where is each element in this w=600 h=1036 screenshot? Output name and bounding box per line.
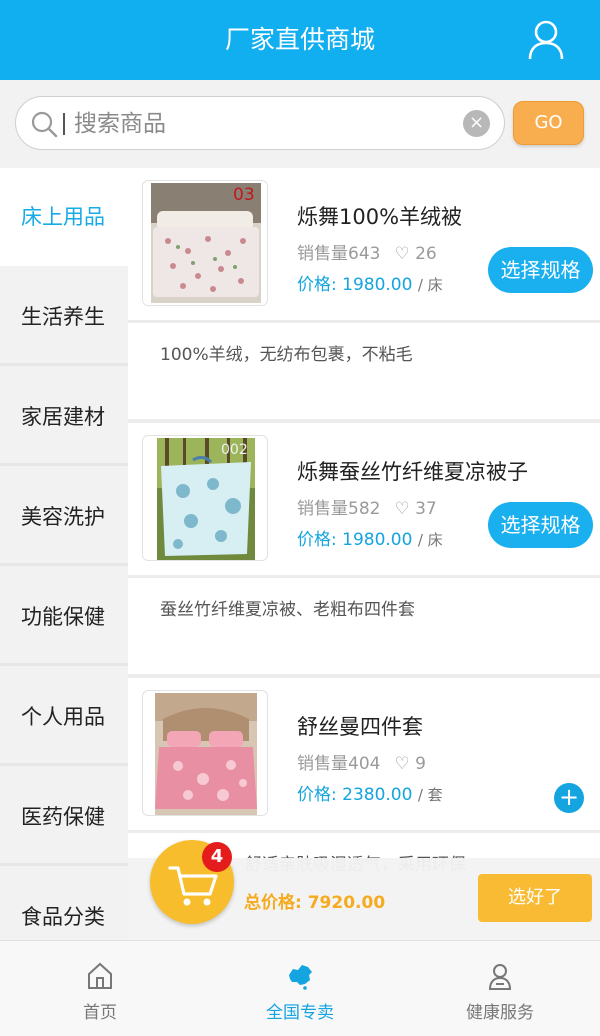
- product-description: 100%羊绒，无纺布包裹，不粘毛: [160, 345, 413, 365]
- category-sidebar: 床上用品 生活养生 家居建材 美容洗护 功能保健 个人用品 医药保健 食品分类: [0, 168, 128, 940]
- product-image[interactable]: [142, 690, 268, 816]
- price-unit: / 床: [417, 276, 443, 294]
- search-placeholder: 搜索商品: [74, 111, 166, 137]
- sidebar-item-food[interactable]: 食品分类: [0, 868, 128, 940]
- divider: [128, 320, 600, 323]
- price-label: 价格:: [297, 275, 337, 295]
- sales-count: 销售量404: [297, 754, 381, 774]
- price-unit: / 套: [417, 786, 443, 804]
- product-stats: 销售量643 ♡ 26: [297, 239, 437, 264]
- like-count: 9: [415, 754, 426, 774]
- health-service-icon: [488, 964, 512, 990]
- heart-icon[interactable]: ♡: [394, 244, 409, 264]
- sidebar-item-bedding[interactable]: 床上用品: [0, 168, 128, 266]
- divider: [128, 575, 600, 578]
- sales-count: 销售量643: [297, 244, 381, 264]
- tab-national-store[interactable]: 全国专卖: [200, 941, 400, 1036]
- product-price: 价格: 2380.00 / 套: [297, 780, 443, 805]
- product-tag: 002: [221, 442, 248, 458]
- sales-count: 销售量582: [297, 499, 381, 519]
- total-price: 总价格: 7920.00: [244, 893, 386, 913]
- china-map-icon: [289, 965, 312, 990]
- home-icon: [88, 962, 112, 989]
- sidebar-item-wellness[interactable]: 生活养生: [0, 268, 128, 366]
- like-count: 26: [415, 244, 437, 264]
- cart-count-badge: 4: [202, 842, 232, 872]
- price-value: 1980.00: [342, 275, 413, 295]
- user-icon[interactable]: [528, 20, 564, 60]
- product-card: 03 烁舞100%羊绒被 销售量643 ♡ 26 价格: 1980.00 / 床 …: [128, 168, 600, 423]
- tab-home[interactable]: 首页: [0, 941, 200, 1036]
- sidebar-item-medical[interactable]: 医药保健: [0, 768, 128, 866]
- price-value: 2380.00: [342, 785, 413, 805]
- tab-label: 首页: [83, 1003, 117, 1023]
- heart-icon[interactable]: ♡: [394, 499, 409, 519]
- product-price: 价格: 1980.00 / 床: [297, 525, 443, 550]
- checkout-button[interactable]: 选好了: [478, 874, 592, 922]
- product-image[interactable]: 03: [142, 180, 268, 306]
- go-button[interactable]: GO: [513, 101, 584, 145]
- price-value: 1980.00: [342, 530, 413, 550]
- product-name[interactable]: 舒丝曼四件套: [297, 711, 423, 741]
- product-card: 002 烁舞蚕丝竹纤维夏凉被子 销售量582 ♡ 37 价格: 1980.00 /…: [128, 423, 600, 678]
- price-unit: / 床: [417, 531, 443, 549]
- search-bar: 搜索商品 × GO: [0, 80, 600, 168]
- page-title: 厂家直供商城: [224, 25, 375, 54]
- divider: [128, 830, 600, 833]
- tab-label: 全国专卖: [266, 1003, 334, 1023]
- product-tag: 03: [233, 185, 255, 205]
- sidebar-item-personal[interactable]: 个人用品: [0, 668, 128, 766]
- product-list: 03 烁舞100%羊绒被 销售量643 ♡ 26 价格: 1980.00 / 床 …: [128, 168, 600, 940]
- sidebar-item-beauty-care[interactable]: 美容洗护: [0, 468, 128, 566]
- clear-icon[interactable]: ×: [463, 110, 490, 137]
- app-header: 厂家直供商城: [0, 0, 600, 80]
- tab-label: 健康服务: [466, 1003, 534, 1023]
- select-spec-button[interactable]: 选择规格: [488, 247, 593, 293]
- quilt-photo: [157, 438, 255, 560]
- product-price: 价格: 1980.00 / 床: [297, 270, 443, 295]
- bottom-tab-bar: 首页 全国专卖 健康服务: [0, 940, 600, 1036]
- product-name[interactable]: 烁舞100%羊绒被: [297, 201, 462, 231]
- price-label: 价格:: [297, 785, 337, 805]
- like-count: 37: [415, 499, 437, 519]
- product-description: 蚕丝竹纤维夏凉被、老粗布四件套: [160, 600, 415, 620]
- text-cursor: [63, 113, 65, 135]
- price-label: 价格:: [297, 530, 337, 550]
- bedset-photo: [155, 693, 257, 815]
- tab-health-service[interactable]: 健康服务: [400, 941, 600, 1036]
- product-stats: 销售量404 ♡ 9: [297, 749, 426, 774]
- search-icon: [31, 111, 58, 138]
- product-name[interactable]: 烁舞蚕丝竹纤维夏凉被子: [297, 456, 528, 486]
- add-to-cart-button[interactable]: +: [554, 783, 584, 813]
- select-spec-button[interactable]: 选择规格: [488, 502, 593, 548]
- heart-icon[interactable]: ♡: [394, 754, 409, 774]
- product-stats: 销售量582 ♡ 37: [297, 494, 437, 519]
- product-image[interactable]: 002: [142, 435, 268, 561]
- sidebar-item-home-building[interactable]: 家居建材: [0, 368, 128, 466]
- sidebar-item-functional-health[interactable]: 功能保健: [0, 568, 128, 666]
- search-input[interactable]: 搜索商品 ×: [15, 96, 505, 150]
